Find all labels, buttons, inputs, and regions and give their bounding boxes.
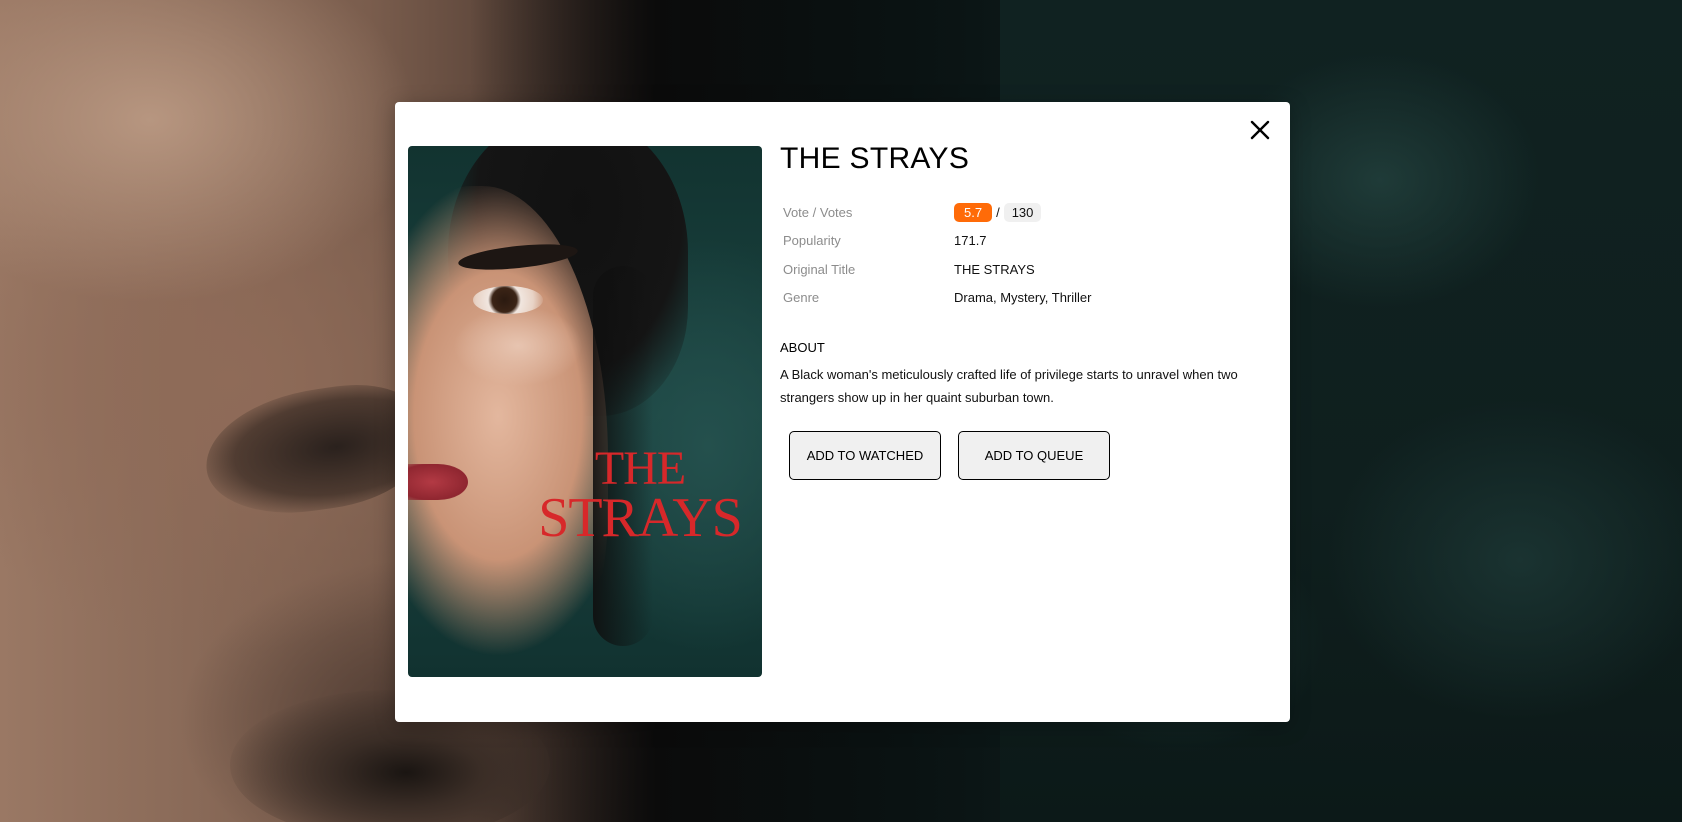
poster-title: THE STRAYS bbox=[520, 442, 760, 549]
action-buttons: ADD TO WATCHED ADD TO QUEUE bbox=[780, 431, 1260, 480]
info-row-original-title: Original Title THE STRAYS bbox=[780, 255, 1091, 284]
about-text: A Black woman's meticulously crafted lif… bbox=[780, 367, 1238, 405]
add-to-watched-button[interactable]: ADD TO WATCHED bbox=[789, 431, 941, 480]
poster-title-line1: THE bbox=[594, 442, 686, 495]
info-row-popularity: Popularity 171.7 bbox=[780, 227, 1091, 256]
genre-value: Drama, Mystery, Thriller bbox=[954, 290, 1092, 306]
info-row-genre: Genre Drama, Mystery, Thriller bbox=[780, 284, 1091, 313]
close-icon bbox=[1250, 120, 1270, 140]
vote-badge: 5.7 bbox=[954, 202, 993, 222]
vote-label: Vote / Votes bbox=[783, 204, 853, 220]
poster-title-line2: STRAYS bbox=[538, 486, 743, 549]
about-heading: ABOUT bbox=[780, 340, 825, 355]
movie-details: THE STRAYS Vote / Votes 5.7/130 Populari… bbox=[780, 142, 1260, 480]
close-button[interactable] bbox=[1246, 116, 1274, 144]
movie-info-table: Vote / Votes 5.7/130 Popularity 171.7 Or… bbox=[780, 198, 1091, 312]
add-to-queue-button[interactable]: ADD TO QUEUE bbox=[958, 431, 1110, 480]
movie-poster: THE STRAYS bbox=[408, 146, 762, 677]
vote-value: 5.7/130 bbox=[954, 198, 1091, 227]
vote-separator: / bbox=[996, 204, 1000, 220]
info-row-vote: Vote / Votes 5.7/130 bbox=[780, 198, 1091, 227]
popularity-value: 171.7 bbox=[954, 233, 987, 249]
movie-title: THE STRAYS bbox=[780, 142, 970, 175]
poster-eye bbox=[473, 286, 543, 314]
poster-lips bbox=[408, 464, 468, 500]
movie-details-modal: THE STRAYS THE STRAYS Vote / Votes 5.7/1… bbox=[395, 102, 1290, 722]
popularity-label: Popularity bbox=[783, 233, 841, 249]
genre-label: Genre bbox=[783, 290, 820, 306]
votes-badge: 130 bbox=[1003, 202, 1042, 222]
original-title-value: THE STRAYS bbox=[954, 261, 1035, 277]
original-title-label: Original Title bbox=[783, 261, 856, 277]
